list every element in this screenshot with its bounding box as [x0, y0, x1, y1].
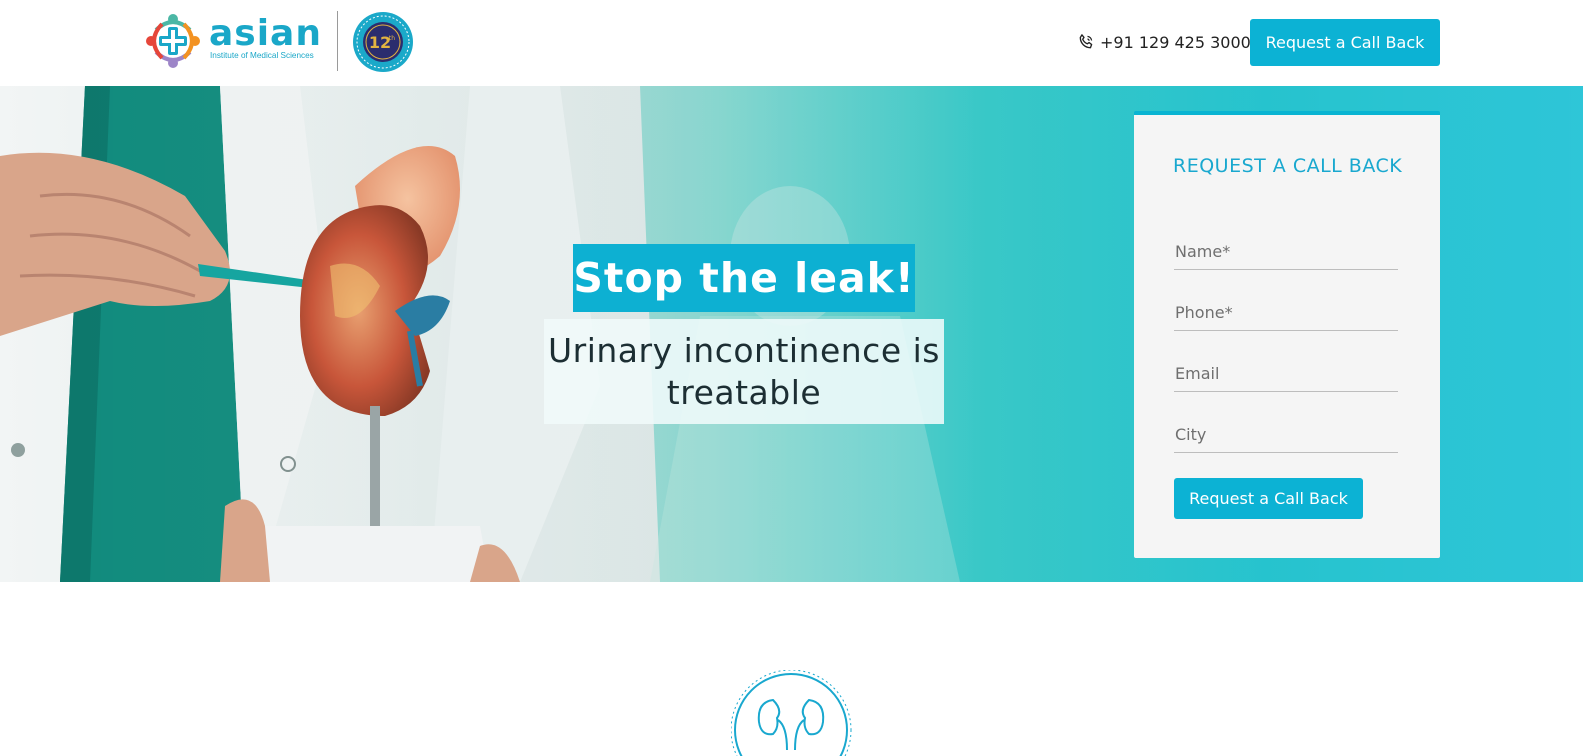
anniversary-seal-icon: 12 th — [353, 12, 413, 72]
seal-suffix: th — [389, 35, 395, 42]
logo-wordmark: asian — [209, 13, 322, 54]
email-field[interactable] — [1174, 356, 1398, 392]
phone-icon — [1079, 34, 1093, 49]
phone-field[interactable] — [1174, 295, 1398, 331]
logo-divider — [337, 11, 338, 71]
city-field[interactable] — [1174, 417, 1398, 453]
header-phone[interactable]: +91 129 425 3000 — [1077, 30, 1251, 54]
site-header: asian Institute of Medical Sciences 12 t… — [0, 0, 1583, 86]
form-request-callback-button[interactable]: Request a Call Back — [1174, 478, 1363, 519]
form-title: REQUEST A CALL BACK — [1173, 155, 1403, 177]
callback-form: REQUEST A CALL BACK Request a Call Back — [1134, 111, 1440, 558]
hero-subhead-box: Urinary incontinence is treatable — [544, 319, 944, 424]
name-field[interactable] — [1174, 234, 1398, 270]
seal-number: 12 — [369, 33, 391, 52]
kidney-emblem-icon — [731, 670, 852, 756]
logo-subtitle: Institute of Medical Sciences — [210, 51, 314, 60]
header-request-callback-button[interactable]: Request a Call Back — [1250, 19, 1440, 66]
hero-headline-box: Stop the leak! — [573, 244, 915, 312]
hero-subhead: Urinary incontinence is treatable — [548, 330, 940, 412]
hero-headline: Stop the leak! — [573, 254, 915, 302]
phone-number: +91 129 425 3000 — [1100, 32, 1251, 52]
cross-logo-icon — [146, 14, 200, 68]
